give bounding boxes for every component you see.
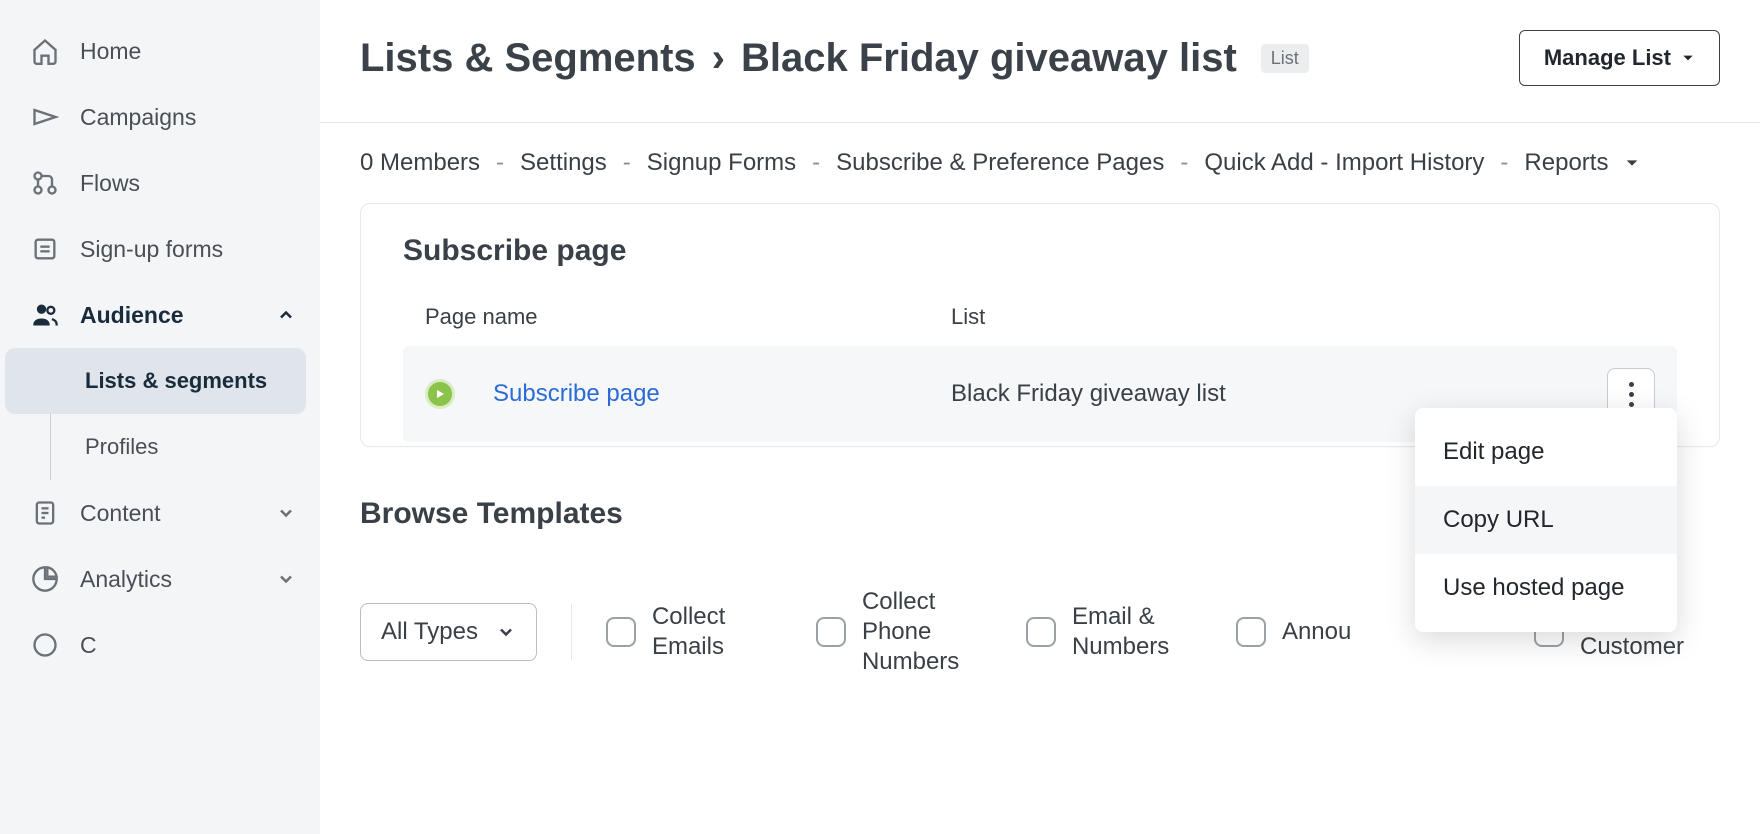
breadcrumb-current: Black Friday giveaway list — [741, 36, 1237, 81]
sidebar-item-audience[interactable]: Audience — [0, 282, 320, 348]
filter-divider — [571, 604, 572, 660]
forms-icon — [30, 234, 60, 264]
page-name-link[interactable]: Subscribe page — [493, 380, 660, 407]
sidebar-subitem-label: Profiles — [85, 434, 158, 459]
tab-members[interactable]: 0 Members — [360, 149, 480, 177]
sidebar-item-label: Analytics — [80, 566, 172, 593]
caret-down-icon — [1681, 51, 1695, 65]
subscribe-page-title: Subscribe page — [403, 234, 1677, 268]
type-filter-label: All Types — [381, 618, 478, 646]
sidebar-subitem-profiles[interactable]: Profiles — [51, 414, 306, 480]
checkbox[interactable] — [606, 617, 636, 647]
sidebar-item-analytics[interactable]: Analytics — [0, 546, 320, 612]
sidebar-item-home[interactable]: Home — [0, 18, 320, 84]
breadcrumb-root[interactable]: Lists & Segments — [360, 36, 696, 81]
home-icon — [30, 36, 60, 66]
main-content: Lists & Segments › Black Friday giveaway… — [320, 0, 1760, 834]
filter-email-numbers[interactable]: Email & Numbers — [1026, 602, 1202, 662]
filter-label: Annou — [1282, 617, 1351, 647]
tab-separator: - — [812, 149, 820, 177]
tab-separator: - — [1500, 149, 1508, 177]
filter-collect-phone[interactable]: Collect Phone Numbers — [816, 587, 992, 677]
manage-list-button[interactable]: Manage List — [1519, 30, 1720, 86]
subscribe-page-card: Subscribe page Page name List Subscribe … — [360, 203, 1720, 447]
list-badge: List — [1261, 44, 1309, 73]
flows-icon — [30, 168, 60, 198]
checkbox[interactable] — [816, 617, 846, 647]
column-header-list: List — [951, 304, 1595, 330]
sidebar: Home Campaigns Flows Sign-up forms Audie… — [0, 0, 320, 834]
sidebar-subitem-label: Lists & segments — [85, 368, 267, 393]
sidebar-item-flows[interactable]: Flows — [0, 150, 320, 216]
tab-reports[interactable]: Reports — [1524, 149, 1608, 177]
caret-down-icon — [1624, 155, 1640, 171]
row-list-name: Black Friday giveaway list — [951, 380, 1595, 408]
chevron-down-icon — [496, 622, 516, 642]
filter-announce[interactable]: Annou — [1236, 617, 1351, 647]
tab-separator: - — [496, 149, 504, 177]
tab-signup-forms[interactable]: Signup Forms — [647, 149, 796, 177]
tab-quick-add-import[interactable]: Quick Add - Import History — [1204, 149, 1484, 177]
sidebar-item-label: C — [80, 632, 97, 659]
menu-use-hosted[interactable]: Use hosted page — [1415, 554, 1677, 622]
sidebar-item-label: Home — [80, 38, 141, 65]
row-actions-menu: Edit page Copy URL Use hosted page — [1415, 408, 1677, 632]
sidebar-item-label: Campaigns — [80, 104, 196, 131]
tab-separator: - — [623, 149, 631, 177]
sidebar-subitem-lists-segments[interactable]: Lists & segments — [5, 348, 306, 414]
filter-label: Email & Numbers — [1072, 602, 1202, 662]
sidebar-item-label: Flows — [80, 170, 140, 197]
sidebar-item-signup-forms[interactable]: Sign-up forms — [0, 216, 320, 282]
analytics-icon — [30, 564, 60, 594]
checkbox[interactable] — [1236, 617, 1266, 647]
filter-label: Collect Emails — [652, 602, 782, 662]
sidebar-submenu-audience: Lists & segments Profiles — [50, 348, 320, 480]
campaigns-icon — [30, 102, 60, 132]
chevron-down-icon — [276, 569, 296, 589]
chevron-right-icon: › — [712, 36, 725, 81]
manage-list-label: Manage List — [1544, 45, 1671, 71]
filter-collect-emails[interactable]: Collect Emails — [606, 602, 782, 662]
circle-icon — [30, 630, 60, 660]
tab-bar: 0 Members - Settings - Signup Forms - Su… — [320, 123, 1760, 203]
sidebar-item-campaigns[interactable]: Campaigns — [0, 84, 320, 150]
filter-label: Collect Phone Numbers — [862, 587, 992, 677]
type-filter-select[interactable]: All Types — [360, 603, 537, 661]
tab-subscribe-preference[interactable]: Subscribe & Preference Pages — [836, 149, 1164, 177]
sidebar-item-label: Audience — [80, 302, 184, 329]
breadcrumb: Lists & Segments › Black Friday giveaway… — [360, 36, 1309, 81]
sidebar-item-truncated[interactable]: C — [0, 612, 320, 660]
tab-separator: - — [1180, 149, 1188, 177]
audience-icon — [30, 300, 60, 330]
table-header: Page name List — [403, 298, 1677, 346]
sidebar-item-content[interactable]: Content — [0, 480, 320, 546]
tab-settings[interactable]: Settings — [520, 149, 607, 177]
page-header: Lists & Segments › Black Friday giveaway… — [320, 0, 1760, 122]
menu-copy-url[interactable]: Copy URL — [1415, 486, 1677, 554]
content-icon — [30, 498, 60, 528]
checkbox[interactable] — [1026, 617, 1056, 647]
sidebar-item-label: Sign-up forms — [80, 236, 223, 263]
table-row: Subscribe page Black Friday giveaway lis… — [403, 346, 1677, 442]
live-status-icon — [425, 379, 455, 409]
chevron-up-icon — [276, 305, 296, 325]
sidebar-item-label: Content — [80, 500, 161, 527]
column-header-page-name: Page name — [425, 304, 951, 330]
menu-edit-page[interactable]: Edit page — [1415, 418, 1677, 486]
chevron-down-icon — [276, 503, 296, 523]
